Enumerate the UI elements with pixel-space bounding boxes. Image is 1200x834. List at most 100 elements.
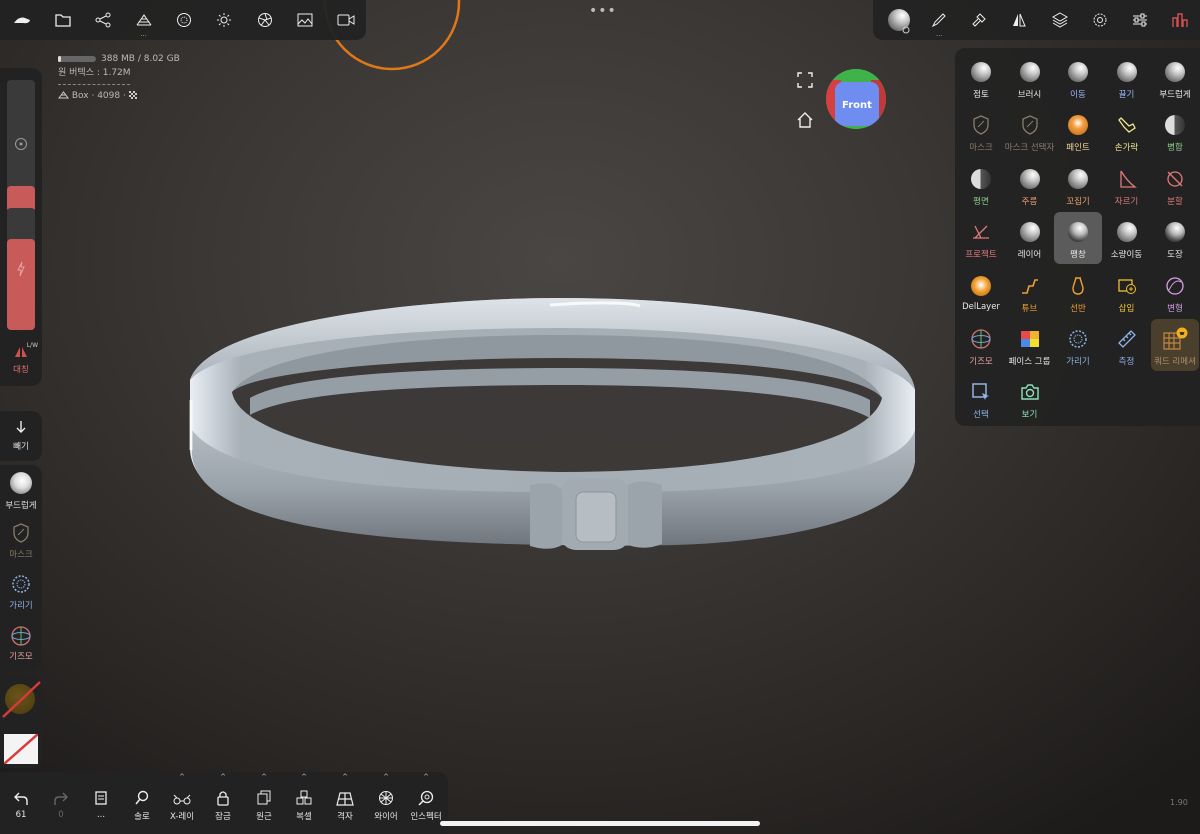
tool-camera[interactable]: 보기 <box>1006 372 1054 424</box>
dellayer-icon <box>971 273 991 299</box>
tool-half[interactable]: 평면 <box>957 159 1005 211</box>
tool-label: DelLayer <box>962 301 1000 312</box>
tool-finger[interactable]: 손가락 <box>1103 105 1151 157</box>
lock-icon <box>216 780 230 806</box>
tool-paint[interactable]: 페인트 <box>1054 105 1102 157</box>
tool-label: 분할 <box>1167 196 1183 207</box>
tool-transform[interactable]: 변형 <box>1151 266 1199 318</box>
tool-tube[interactable]: 튜브 <box>1006 266 1054 318</box>
ball-icon <box>1019 219 1040 245</box>
image-icon[interactable] <box>285 0 325 40</box>
tool-ruler[interactable]: 측정 <box>1103 319 1151 371</box>
tool-project[interactable]: 프로젝트 <box>957 212 1005 264</box>
tool-label: 도장 <box>1167 250 1183 261</box>
shield-icon <box>13 523 29 543</box>
tool-split[interactable]: 분할 <box>1151 159 1199 211</box>
brush-stroke-icon[interactable]: ... <box>919 0 959 40</box>
hammer-icon[interactable] <box>959 0 999 40</box>
more-dots[interactable]: ••• <box>589 3 617 19</box>
matcap-icon[interactable] <box>879 0 919 40</box>
tool-hide[interactable]: 가리기 <box>1054 319 1102 371</box>
bottom-grid-button[interactable]: ^ 격자 <box>325 772 365 834</box>
folder-icon[interactable] <box>42 0 82 40</box>
ball-icon <box>1068 59 1088 85</box>
bottom-wire-button[interactable]: ^ 와이어 <box>366 772 406 834</box>
tool-ball[interactable]: 레이어 <box>1006 212 1054 264</box>
bottom-redo-button[interactable]: 0 <box>41 772 81 834</box>
caret-icon: ^ <box>301 773 307 781</box>
bottom-button-label: 0 <box>58 810 64 820</box>
tool-ball[interactable]: 주름 <box>1006 159 1054 211</box>
tools-icon[interactable] <box>1160 0 1200 40</box>
tool-dark[interactable]: 도장 <box>1151 212 1199 264</box>
inspect-icon <box>418 780 434 806</box>
doc-icon <box>94 780 108 806</box>
tool-insert[interactable]: 삽입 <box>1103 266 1151 318</box>
bottom-persp-button[interactable]: ^ 원근 <box>244 772 284 834</box>
object-info[interactable]: Box · 4098 · <box>58 89 180 103</box>
fit-view-icon[interactable] <box>797 72 813 88</box>
radius-slider[interactable] <box>7 80 35 212</box>
quick-tool-label: 가리기 <box>9 601 33 611</box>
insert-icon <box>1117 273 1137 299</box>
ball-icon <box>1165 59 1185 85</box>
home-view-icon[interactable] <box>797 112 813 128</box>
light-sun-icon[interactable] <box>204 0 244 40</box>
sliders-icon[interactable] <box>1120 0 1160 40</box>
layers-icon[interactable] <box>1040 0 1080 40</box>
bottom-voxel-button[interactable]: ^ 복셀 <box>284 772 324 834</box>
bottom-solo-button[interactable]: 솔로 <box>122 772 162 834</box>
tool-quad[interactable]: 쿼드 리메셔 <box>1151 319 1199 371</box>
tool-dark[interactable]: 팽창 <box>1054 212 1102 265</box>
bottom-doc-button[interactable]: ... <box>81 772 121 834</box>
hide-icon <box>1067 326 1089 352</box>
tool-label: 변형 <box>1167 303 1183 314</box>
settings-icon[interactable] <box>1080 0 1120 40</box>
tool-dellayer[interactable]: DelLayer <box>957 266 1005 318</box>
view-cube[interactable]: Front <box>825 68 887 130</box>
bottom-undo-button[interactable]: 61 <box>1 772 41 834</box>
quick-tool-hide[interactable]: 가리기 <box>0 573 42 611</box>
tool-ball[interactable]: 점토 <box>957 52 1005 104</box>
tool-ball[interactable]: 부드럽게 <box>1151 52 1199 104</box>
tool-select[interactable]: 선택 <box>957 372 1005 424</box>
subtract-toggle[interactable]: 빼기 <box>0 411 42 461</box>
transform-icon <box>1165 273 1185 299</box>
tool-ball[interactable]: 이동 <box>1054 52 1102 104</box>
bottom-xray-button[interactable]: ^ X-레이 <box>162 772 202 834</box>
tool-lathe[interactable]: 선반 <box>1054 266 1102 318</box>
symmetry-icon[interactable] <box>999 0 1039 40</box>
symmetry-toggle[interactable]: L/W 대칭 <box>0 342 42 375</box>
tool-gizmo[interactable]: 기즈모 <box>957 319 1005 371</box>
redo-icon <box>53 780 69 806</box>
tool-cut[interactable]: 자르기 <box>1103 159 1151 211</box>
tool-ball[interactable]: 소량이동 <box>1103 212 1151 264</box>
sculpt-app-icon[interactable] <box>2 0 42 40</box>
bottom-lock-button[interactable]: ^ 잠금 <box>203 772 243 834</box>
quick-tools-panel: 부드럽게 마스크 가리기 기즈모 <box>0 465 42 671</box>
tool-ball[interactable]: 끌기 <box>1103 52 1151 104</box>
tool-ball[interactable]: 꼬집기 <box>1054 159 1102 211</box>
scene-graph-icon[interactable] <box>83 0 123 40</box>
tool-ball[interactable]: 브러시 <box>1006 52 1054 104</box>
ring-mesh-model[interactable] <box>170 280 940 570</box>
intensity-slider[interactable] <box>7 208 35 330</box>
quick-tool-mask[interactable]: 마스크 <box>0 523 42 560</box>
camera-aperture-icon[interactable] <box>245 0 285 40</box>
project-icon <box>971 219 991 245</box>
quick-tool-gizmo[interactable]: 기즈모 <box>0 625 42 662</box>
material-sphere-icon[interactable] <box>164 0 204 40</box>
tool-facegroup[interactable]: 페이스 그룹 <box>1006 319 1054 371</box>
tool-shield[interactable]: 마스크 <box>957 105 1005 157</box>
tool-label: 소량이동 <box>1110 250 1143 261</box>
video-icon[interactable] <box>326 0 366 40</box>
tool-shield[interactable]: 마스크 선택자 <box>1005 105 1054 157</box>
tool-half[interactable]: 병합 <box>1151 105 1199 157</box>
quick-tool-smooth[interactable]: 부드럽게 <box>0 472 42 511</box>
tool-label: 선반 <box>1070 303 1086 314</box>
quick-tool-label: 마스크 <box>9 550 33 560</box>
topology-icon[interactable]: ... <box>123 0 163 40</box>
tool-label: 프로젝트 <box>965 250 997 261</box>
tool-label: 마스크 <box>969 143 993 154</box>
ball-icon <box>971 59 991 85</box>
